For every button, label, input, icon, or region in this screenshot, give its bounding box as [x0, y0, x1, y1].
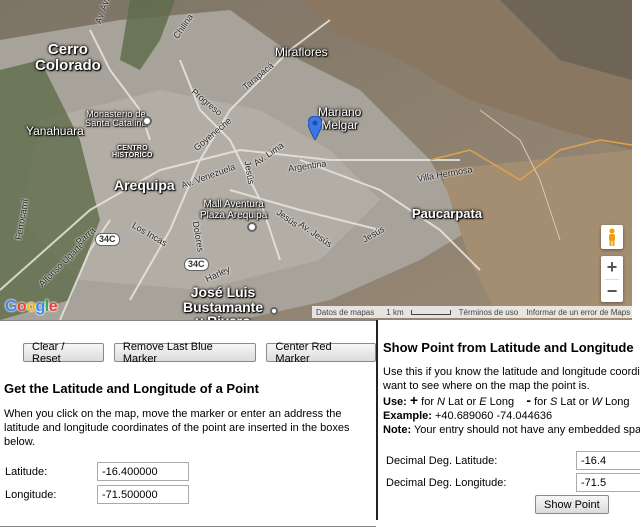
- latitude-row: Latitude:: [5, 462, 189, 481]
- intro-line-2: want to see where on the map the point i…: [383, 380, 590, 392]
- note-line: Note: Your entry should not have any emb…: [383, 424, 640, 436]
- place-arequipa: Arequipa: [114, 177, 175, 193]
- latitude-label: Latitude:: [5, 465, 48, 478]
- plus-icon: +: [409, 392, 419, 408]
- place-mariano-melgar: Mariano Melgar: [318, 105, 362, 132]
- poi-monasterio-icon[interactable]: [142, 116, 152, 126]
- zoom-control: + −: [601, 256, 623, 302]
- place-jose-luis-bustamante: José Luis Bustamante y Rivero: [183, 284, 264, 320]
- map-attribution: Datos de mapas 1 km Términos de uso Info…: [312, 306, 632, 318]
- longitude-input[interactable]: [97, 485, 189, 504]
- place-mall-aventura: Mall Aventura Plaza Arequipa: [200, 199, 268, 221]
- zoom-in-button[interactable]: +: [601, 256, 623, 279]
- map-canvas[interactable]: Cerro Colorado Miraflores Mariano Melgar…: [0, 0, 632, 320]
- report-error-link[interactable]: Informar de un error de Maps: [522, 308, 632, 317]
- route-shield-34c: 34C: [95, 233, 120, 246]
- place-cerro-colorado: Cerro Colorado: [35, 41, 101, 74]
- longitude-row: Longitude:: [5, 485, 189, 504]
- zoom-out-button[interactable]: −: [601, 280, 623, 303]
- example-line: Example: +40.689060 -74.044636: [383, 410, 553, 422]
- poi-mall-icon[interactable]: [247, 222, 257, 232]
- pegman-street-view-icon[interactable]: [601, 225, 623, 249]
- poi-icon[interactable]: [270, 307, 278, 315]
- place-centro-historico: CENTRO HISTÓRICO: [112, 145, 153, 160]
- get-lat-long-heading: Get the Latitude and Longitude of a Poin…: [4, 381, 259, 396]
- route-shield-34c-2: 34C: [184, 258, 209, 271]
- get-lat-long-description: When you click on the map, move the mark…: [4, 408, 350, 448]
- get-lat-long-panel: Clear / Reset Remove Last Blue Marker Ce…: [0, 320, 377, 527]
- decimal-latitude-input[interactable]: [576, 451, 640, 470]
- show-point-heading: Show Point from Latitude and Longitude: [383, 340, 634, 355]
- scale-bar: 1 km: [378, 308, 454, 317]
- map-data-link[interactable]: Datos de mapas: [312, 308, 378, 317]
- clear-reset-button[interactable]: Clear / Reset: [23, 341, 104, 365]
- place-monasterio: Monasterio de Santa Catalina: [85, 109, 147, 129]
- latitude-input[interactable]: [97, 462, 189, 481]
- terms-link[interactable]: Términos de uso: [455, 308, 523, 317]
- show-point-panel: Show Point from Latitude and Longitude U…: [376, 320, 640, 520]
- decimal-longitude-label: Decimal Deg. Longitude:: [386, 476, 507, 489]
- place-miraflores: Miraflores: [275, 45, 328, 59]
- place-yanahuara: Yanahuara: [26, 124, 84, 138]
- remove-last-blue-marker-button[interactable]: Remove Last Blue Marker: [113, 341, 257, 365]
- show-point-button[interactable]: Show Point: [535, 495, 609, 514]
- use-line: Use: + for N Lat or E Long - for S Lat o…: [383, 392, 630, 408]
- place-paucarpata: Paucarpata: [412, 206, 483, 221]
- center-red-marker-button[interactable]: Center Red Marker: [266, 341, 377, 365]
- show-point-instructions: Use this if you know the latitude and lo…: [383, 365, 640, 437]
- blue-marker-pin-icon[interactable]: [308, 116, 322, 140]
- decimal-longitude-input[interactable]: [576, 473, 640, 492]
- google-logo[interactable]: Google: [5, 298, 58, 316]
- decimal-longitude-row: Decimal Deg. Longitude:: [386, 473, 640, 492]
- decimal-latitude-label: Decimal Deg. Latitude:: [386, 454, 498, 467]
- longitude-label: Longitude:: [5, 488, 57, 501]
- intro-line-1: Use this if you know the latitude and lo…: [383, 366, 640, 378]
- decimal-latitude-row: Decimal Deg. Latitude:: [386, 451, 640, 470]
